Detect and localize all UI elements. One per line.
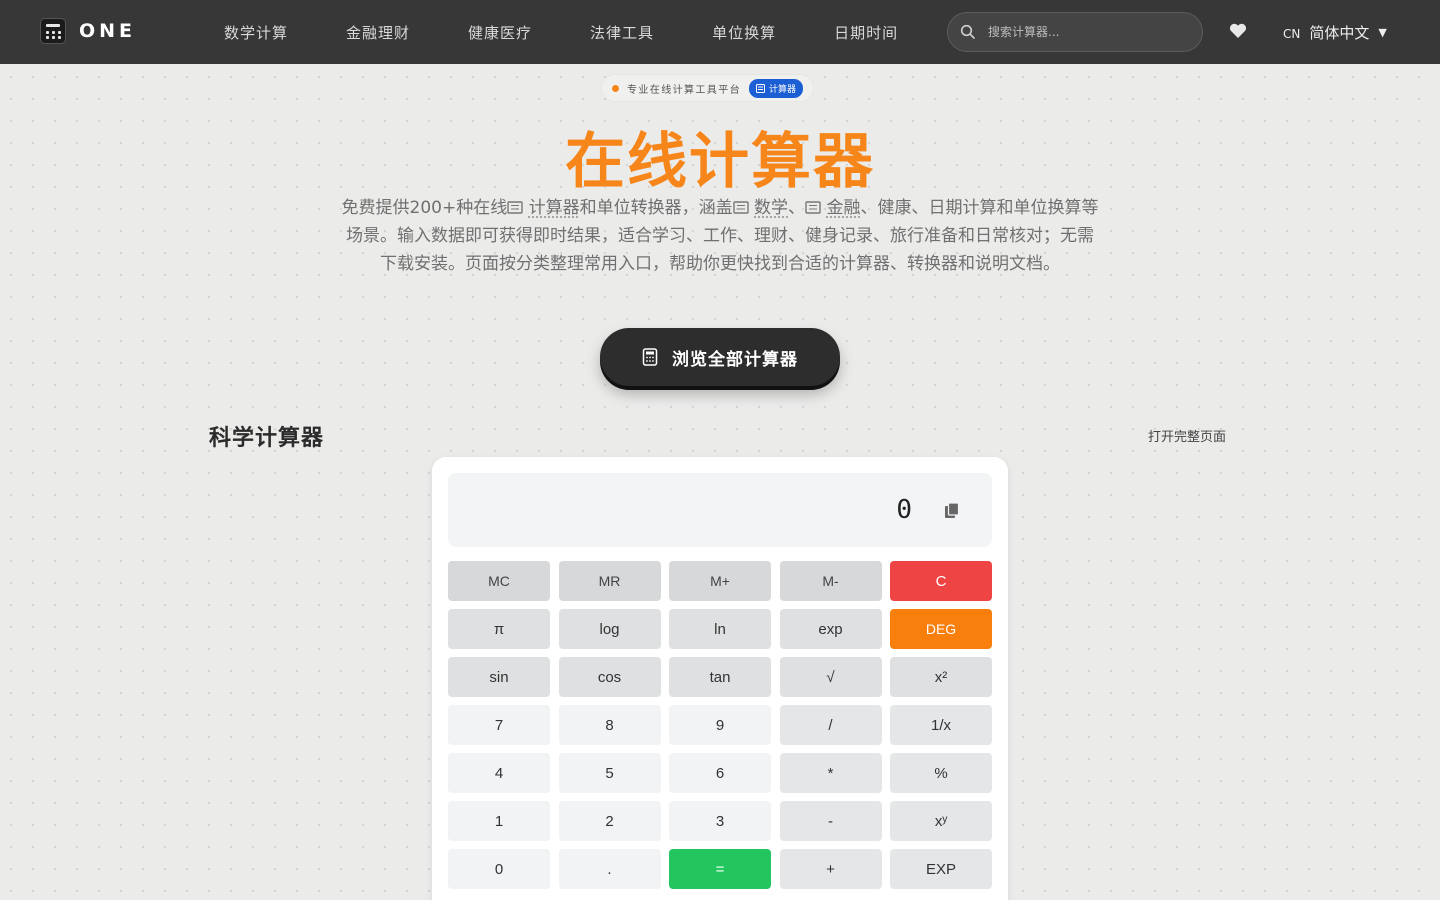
key-exp-fn[interactable]: exp — [780, 609, 882, 649]
key-power[interactable]: xʸ — [890, 801, 992, 841]
calculator-icon — [507, 201, 523, 214]
search-input[interactable] — [988, 25, 1178, 39]
calculator-tag-label: 计算器 — [769, 82, 796, 95]
keypad: MC MR M+ M- Cπ log ln exp DEG sin cos tan √ x² 7 8 9/1/x… — [448, 561, 992, 889]
key-add[interactable]: + — [780, 849, 882, 889]
key-clear[interactable]: C — [890, 561, 992, 601]
key-ln[interactable]: ln — [669, 609, 771, 649]
language-code: CN — [1283, 27, 1300, 41]
key-square[interactable]: x² — [890, 657, 992, 697]
key-2[interactable]: 2 — [559, 801, 661, 841]
copy-icon[interactable] — [944, 502, 960, 523]
search-box[interactable] — [947, 12, 1203, 52]
key-4[interactable]: 4 — [448, 753, 550, 793]
key-percent[interactable]: % — [890, 753, 992, 793]
nav-item-finance[interactable]: 金融理财 — [346, 22, 410, 43]
nav-item-math[interactable]: 数学计算 — [224, 22, 288, 43]
favorites-heart-icon[interactable] — [1229, 23, 1247, 43]
key-m-plus[interactable]: M+ — [669, 561, 771, 601]
key-0[interactable]: 0 — [448, 849, 550, 889]
key-cos[interactable]: cos — [559, 657, 661, 697]
platform-badge: 专业在线计算工具平台 计算器 — [601, 74, 814, 102]
finance-icon — [805, 201, 821, 214]
key-multiply[interactable]: * — [780, 753, 882, 793]
key-9[interactable]: 9 — [669, 705, 771, 745]
math-icon — [733, 201, 749, 214]
key-1[interactable]: 1 — [448, 801, 550, 841]
nav-item-datetime[interactable]: 日期时间 — [834, 22, 898, 43]
calculator-tag[interactable]: 计算器 — [749, 79, 803, 98]
calculator-logo-icon — [40, 18, 66, 44]
key-3[interactable]: 3 — [669, 801, 771, 841]
top-navbar: ONE 数学计算 金融理财 健康医疗 法律工具 单位换算 日期时间 CN 简体中… — [0, 0, 1440, 64]
calculator-display: 0 — [448, 473, 992, 547]
key-equals[interactable]: = — [669, 849, 771, 889]
calculators-link[interactable]: 计算器 — [529, 198, 580, 218]
key-pi[interactable]: π — [448, 609, 550, 649]
nav-item-legal[interactable]: 法律工具 — [590, 22, 654, 43]
nav-item-health[interactable]: 健康医疗 — [468, 22, 532, 43]
key-mc[interactable]: MC — [448, 561, 550, 601]
hero-description: 免费提供200+种在线 计算器和单位转换器，涵盖 数学、 金融、健康、日期计算和… — [340, 194, 1100, 278]
open-full-page-link[interactable]: 打开完整页面 — [1148, 426, 1226, 445]
key-tan[interactable]: tan — [669, 657, 771, 697]
chevron-down-icon: ▼ — [1378, 26, 1386, 39]
key-mr[interactable]: MR — [559, 561, 661, 601]
cta-label: 浏览全部计算器 — [672, 345, 798, 370]
key-5[interactable]: 5 — [559, 753, 661, 793]
language-selector[interactable]: CN 简体中文 ▼ — [1283, 22, 1387, 43]
key-decimal[interactable]: . — [559, 849, 661, 889]
nav-item-units[interactable]: 单位换算 — [712, 22, 776, 43]
logo-text: ONE — [79, 20, 136, 42]
key-sin[interactable]: sin — [448, 657, 550, 697]
key-m-minus[interactable]: M- — [780, 561, 882, 601]
key-divide[interactable]: / — [780, 705, 882, 745]
main-nav: 数学计算 金融理财 健康医疗 法律工具 单位换算 日期时间 — [224, 0, 898, 64]
calculator-icon — [756, 84, 765, 93]
status-dot-icon — [612, 85, 619, 92]
scientific-calculator: 0 MC MR M+ M- Cπ log ln exp DEG sin cos tan √ x² 7 8 9/1… — [432, 457, 1008, 900]
calculator-icon — [642, 348, 658, 366]
key-log[interactable]: log — [559, 609, 661, 649]
site-logo[interactable]: ONE — [40, 18, 136, 44]
badge-text: 专业在线计算工具平台 — [627, 81, 741, 96]
search-icon — [960, 24, 976, 40]
key-subtract[interactable]: - — [780, 801, 882, 841]
key-exp[interactable]: EXP — [890, 849, 992, 889]
key-sqrt[interactable]: √ — [780, 657, 882, 697]
language-name: 简体中文 — [1309, 22, 1369, 43]
key-8[interactable]: 8 — [559, 705, 661, 745]
display-value: 0 — [896, 495, 912, 525]
section-title: 科学计算器 — [209, 420, 324, 452]
key-reciprocal[interactable]: 1/x — [890, 705, 992, 745]
browse-all-calculators-button[interactable]: 浏览全部计算器 — [600, 328, 840, 386]
page-title: 在线计算器 — [0, 113, 1440, 200]
key-7[interactable]: 7 — [448, 705, 550, 745]
math-link[interactable]: 数学 — [754, 198, 788, 218]
key-6[interactable]: 6 — [669, 753, 771, 793]
key-deg[interactable]: DEG — [890, 609, 992, 649]
finance-link[interactable]: 金融 — [826, 198, 860, 218]
